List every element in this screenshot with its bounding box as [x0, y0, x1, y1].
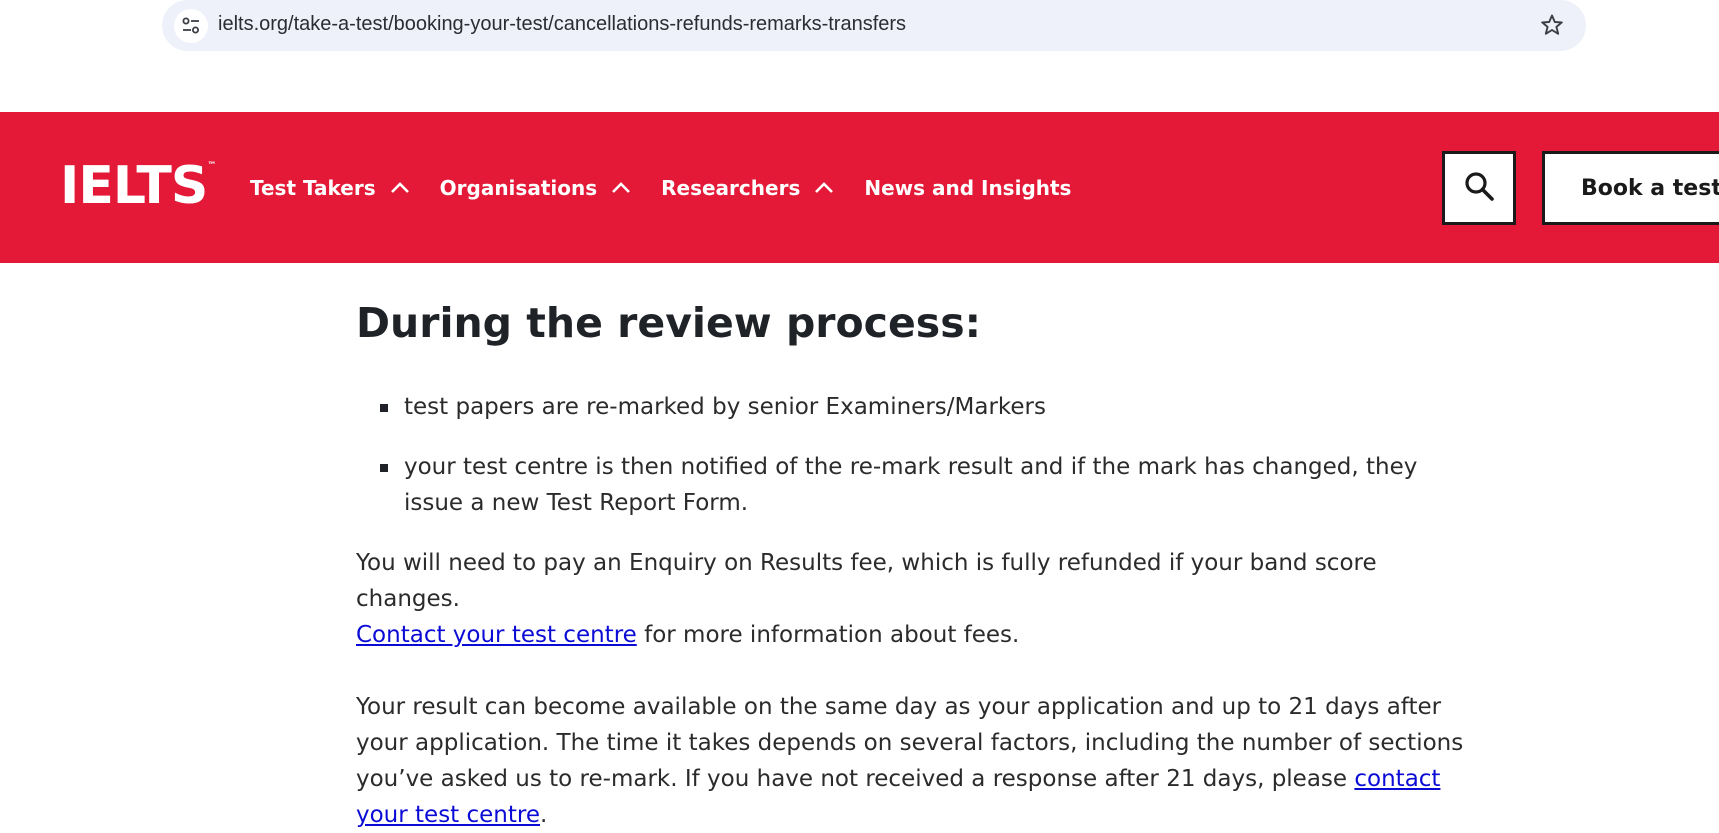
main-nav: Test Takers Organisations Researchers Ne…	[250, 112, 1101, 263]
logo-text: IELTS	[60, 156, 208, 216]
list-item: your test centre is then notified of the…	[380, 449, 1476, 521]
url-text[interactable]: ielts.org/take-a-test/booking-your-test/…	[218, 13, 906, 36]
contact-test-centre-link[interactable]: Contact your test centre	[356, 622, 637, 648]
tune-icon[interactable]	[174, 9, 208, 43]
list-item-text: test papers are re-marked by senior Exam…	[404, 394, 1046, 420]
nav-label: News and Insights	[864, 175, 1072, 200]
result-timing-paragraph: Your result can become available on the …	[356, 689, 1476, 833]
fees-paragraph: You will need to pay an Enquiry on Resul…	[356, 545, 1476, 653]
logo-trademark: ™	[207, 161, 217, 171]
chevron-up-icon	[611, 181, 631, 195]
site-header: IELTS™ Test Takers Organisations Researc…	[0, 112, 1719, 263]
address-bar[interactable]: ielts.org/take-a-test/booking-your-test/…	[162, 0, 1586, 51]
nav-researchers[interactable]: Researchers	[661, 176, 834, 200]
browser-toolbar: ielts.org/take-a-test/booking-your-test/…	[0, 0, 1719, 112]
list-item: test papers are re-marked by senior Exam…	[380, 389, 1476, 425]
star-icon[interactable]	[1538, 11, 1566, 39]
chevron-up-icon	[814, 181, 834, 195]
ielts-logo[interactable]: IELTS™	[60, 160, 216, 212]
page-heading: During the review process:	[356, 299, 981, 347]
chevron-up-icon	[390, 181, 410, 195]
nav-label: Researchers	[661, 175, 801, 200]
nav-organisations[interactable]: Organisations	[440, 176, 631, 200]
review-process-list: test papers are re-marked by senior Exam…	[356, 389, 1476, 521]
result-timing-end: .	[540, 802, 548, 828]
search-button[interactable]	[1442, 151, 1516, 225]
nav-label: Organisations	[439, 175, 598, 200]
fees-text-end: for more information about fees.	[636, 622, 1020, 648]
nav-label: Test Takers	[250, 175, 376, 200]
main-content: During the review process: test papers a…	[356, 263, 1476, 833]
fees-text: You will need to pay an Enquiry on Resul…	[356, 550, 1377, 612]
nav-news-and-insights[interactable]: News and Insights	[864, 176, 1071, 200]
bullet-marker	[380, 404, 388, 412]
book-a-test-button[interactable]: Book a test	[1542, 151, 1719, 225]
nav-test-takers[interactable]: Test Takers	[250, 176, 410, 200]
search-icon	[1463, 170, 1495, 207]
list-item-text: your test centre is then notified of the…	[404, 454, 1418, 516]
result-timing-text: Your result can become available on the …	[356, 694, 1464, 792]
bullet-marker	[380, 464, 388, 472]
